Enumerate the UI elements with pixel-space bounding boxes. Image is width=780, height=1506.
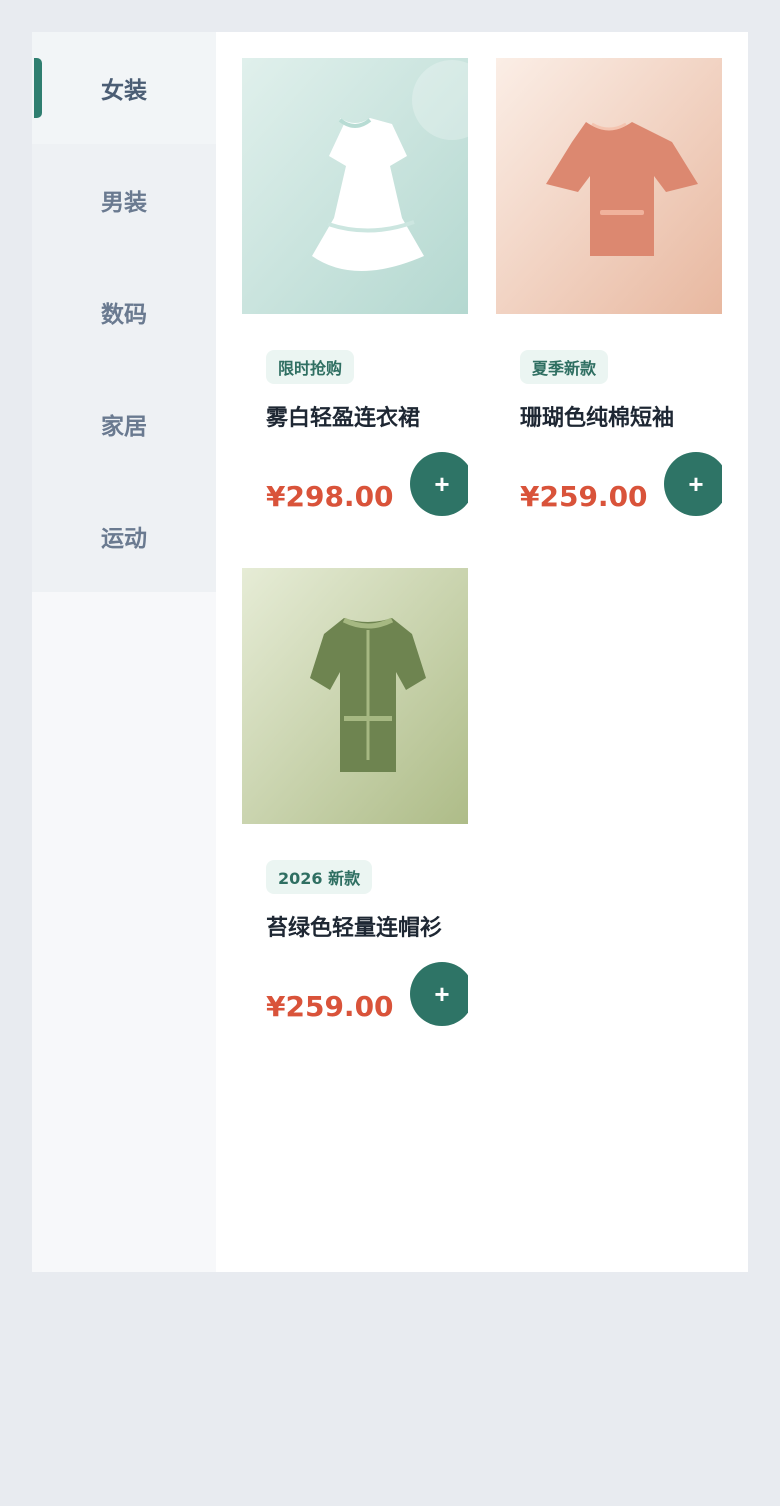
- add-to-cart-button[interactable]: +: [410, 452, 468, 516]
- tshirt-icon: [496, 58, 722, 314]
- product-card[interactable]: 夏季新款 珊瑚色纯棉短袖 ¥259.00 +: [496, 58, 722, 528]
- app-frame: 女装 男装 数码 家居 运动 限时抢购 雾白轻盈连衣裙 ¥298.00 + 夏季…: [32, 32, 748, 1272]
- sidebar-item-home[interactable]: 家居: [32, 368, 216, 480]
- active-indicator: [34, 58, 42, 118]
- sidebar-item-label: 运动: [101, 526, 147, 552]
- product-image[interactable]: [496, 58, 722, 318]
- product-tag: 夏季新款: [520, 350, 609, 384]
- product-name: 雾白轻盈连衣裙: [266, 406, 421, 431]
- add-to-cart-button[interactable]: +: [410, 962, 468, 1026]
- product-name: 珊瑚色纯棉短袖: [520, 406, 675, 431]
- product-tag: 限时抢购: [266, 350, 355, 384]
- sidebar-item-label: 数码: [101, 302, 147, 328]
- sidebar-item-sports[interactable]: 运动: [32, 480, 216, 592]
- add-to-cart-button[interactable]: +: [664, 452, 722, 516]
- sidebar-item-womens[interactable]: 女装: [32, 32, 216, 144]
- sidebar-item-digital[interactable]: 数码: [32, 256, 216, 368]
- product-price: ¥259.00: [266, 990, 394, 1023]
- sidebar-item-mens[interactable]: 男装: [32, 144, 216, 256]
- sidebar-item-label: 女装: [101, 78, 147, 104]
- dress-icon: [242, 58, 468, 314]
- hoodie-icon: [242, 568, 468, 824]
- product-price: ¥298.00: [266, 480, 394, 513]
- product-grid: 限时抢购 雾白轻盈连衣裙 ¥298.00 + 夏季新款 珊瑚色纯棉短袖 ¥259…: [216, 32, 748, 1272]
- product-price: ¥259.00: [520, 480, 648, 513]
- product-image[interactable]: [242, 58, 468, 318]
- product-image[interactable]: [242, 568, 468, 828]
- sidebar-item-label: 家居: [101, 414, 147, 440]
- sidebar-item-label: 男装: [101, 190, 147, 216]
- category-list: 女装 男装 数码 家居 运动: [32, 32, 216, 592]
- category-sidebar: 女装 男装 数码 家居 运动: [32, 32, 216, 1272]
- product-tag: 2026 新款: [266, 860, 373, 894]
- product-card[interactable]: 限时抢购 雾白轻盈连衣裙 ¥298.00 +: [242, 58, 468, 528]
- product-card[interactable]: 2026 新款 苔绿色轻量连帽衫 ¥259.00 +: [242, 568, 468, 1038]
- product-name: 苔绿色轻量连帽衫: [266, 916, 443, 941]
